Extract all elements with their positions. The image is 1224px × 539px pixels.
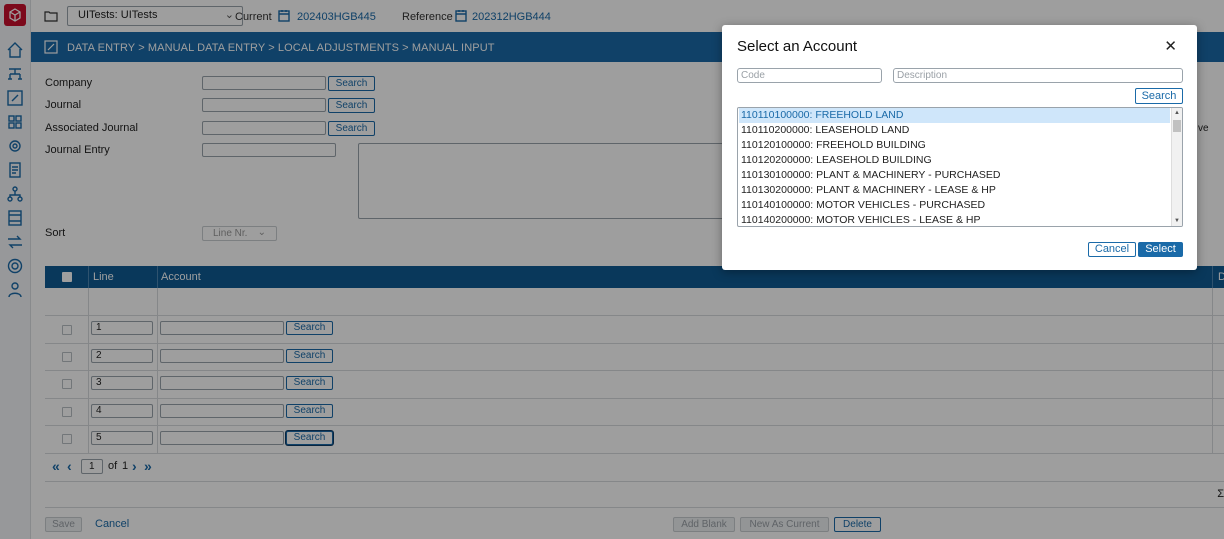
dialog-select-button[interactable]: Select bbox=[1138, 242, 1183, 257]
account-list[interactable]: 110110100000: FREEHOLD LAND 110110200000… bbox=[737, 107, 1183, 227]
close-icon[interactable]: ✕ bbox=[1164, 37, 1177, 55]
select-account-dialog: Select an Account ✕ Code Description Sea… bbox=[722, 25, 1197, 270]
list-scrollbar[interactable]: ▲ ▼ bbox=[1171, 108, 1182, 226]
dialog-search-button[interactable]: Search bbox=[1135, 88, 1183, 104]
list-item[interactable]: 110140200000: MOTOR VEHICLES - LEASE & H… bbox=[739, 213, 1170, 226]
dialog-title: Select an Account bbox=[737, 38, 858, 55]
scrollbar-thumb[interactable] bbox=[1173, 120, 1181, 132]
list-item[interactable]: 110120100000: FREEHOLD BUILDING bbox=[739, 138, 1170, 153]
list-item[interactable]: 110130200000: PLANT & MACHINERY - LEASE … bbox=[739, 183, 1170, 198]
description-filter-input[interactable]: Description bbox=[893, 68, 1183, 83]
code-filter-input[interactable]: Code bbox=[737, 68, 882, 83]
list-item[interactable]: 110130100000: PLANT & MACHINERY - PURCHA… bbox=[739, 168, 1170, 183]
dialog-cancel-button[interactable]: Cancel bbox=[1088, 242, 1136, 257]
list-item[interactable]: 110140100000: MOTOR VEHICLES - PURCHASED bbox=[739, 198, 1170, 213]
list-item[interactable]: 110120200000: LEASEHOLD BUILDING bbox=[739, 153, 1170, 168]
list-item[interactable]: 110110100000: FREEHOLD LAND bbox=[739, 108, 1170, 123]
scroll-up-icon[interactable]: ▲ bbox=[1174, 110, 1180, 116]
list-item[interactable]: 110110200000: LEASEHOLD LAND bbox=[739, 123, 1170, 138]
scroll-down-icon[interactable]: ▼ bbox=[1174, 218, 1180, 224]
